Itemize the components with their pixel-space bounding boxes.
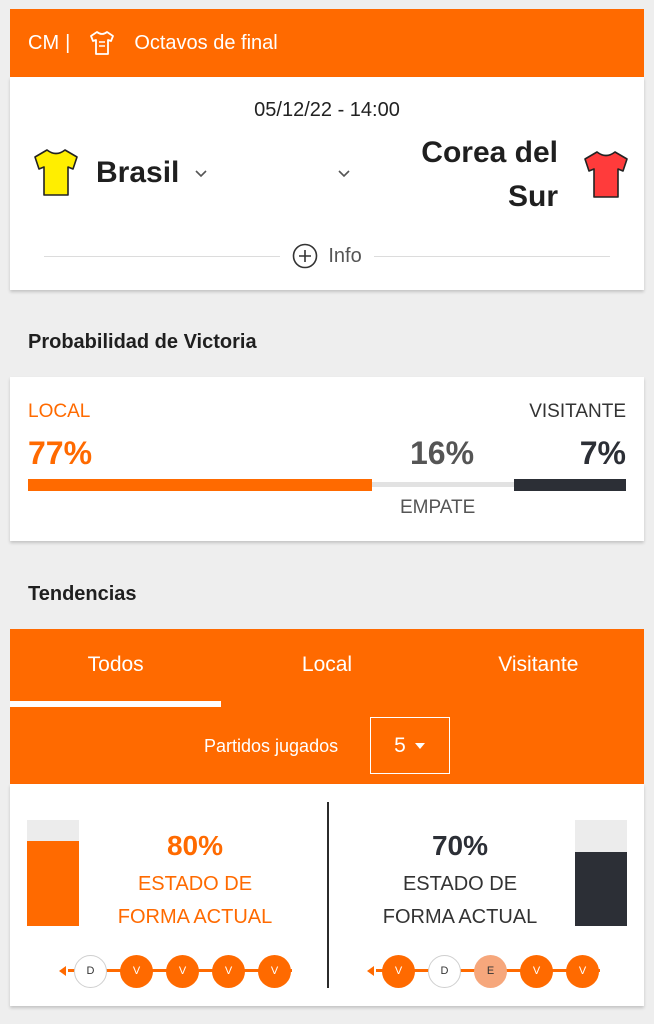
home-team[interactable]: Brasil xyxy=(32,147,179,199)
trends-title: Tendencias xyxy=(28,583,137,605)
home-chevron-down-icon[interactable] xyxy=(194,169,208,179)
header-separator: | xyxy=(65,31,71,54)
form-divider xyxy=(327,802,329,988)
home-result-chip: D xyxy=(74,954,107,988)
home-jersey-icon xyxy=(34,149,78,196)
info-label: Info xyxy=(328,244,362,267)
matches-played-value: 5 xyxy=(394,733,406,757)
away-result-chip: V xyxy=(566,954,599,988)
shirt-icon xyxy=(90,31,115,55)
away-recent-results: VDEVV xyxy=(364,954,612,988)
away-form-bar-fill xyxy=(575,851,627,926)
away-result-chip: D xyxy=(428,954,461,988)
plus-circle-icon xyxy=(293,243,318,269)
away-team-name: Corea del Sur xyxy=(421,136,558,213)
home-team-name: Brasil xyxy=(96,156,180,189)
competition-header: CM | Octavos de final xyxy=(10,9,644,77)
tab-visitante[interactable]: Visitante xyxy=(433,629,644,707)
away-form-percentage: 70% xyxy=(431,830,489,861)
home-form-label-line2: FORMA ACTUAL xyxy=(117,906,273,928)
home-recent-results: DVVVV xyxy=(56,954,304,988)
home-form-bar xyxy=(27,820,79,926)
matches-played-bar: Partidos jugados 5 xyxy=(10,707,644,784)
form-card: 80% ESTADO DE FORMA ACTUAL DVVVV 70% EST… xyxy=(10,784,644,1006)
home-result-chip: V xyxy=(166,954,199,988)
away-form-bar xyxy=(575,820,627,926)
tab-todos[interactable]: Todos xyxy=(10,629,222,707)
away-form-label: ESTADO DE FORMA ACTUAL xyxy=(360,868,560,934)
local-probability-bar xyxy=(28,479,372,491)
home-form-bar-fill xyxy=(27,841,79,926)
info-row: Info xyxy=(44,241,611,271)
draw-probability-bar xyxy=(372,482,514,487)
info-divider-left xyxy=(44,255,281,257)
match-card: 05/12/22 - 14:00 Brasil Corea del Sur In… xyxy=(10,77,644,290)
home-result-chip: V xyxy=(258,954,291,988)
visitor-percentage: 7% xyxy=(579,435,626,471)
trends-tabs: Todos Local Visitante xyxy=(10,629,644,707)
away-form-label-line2: FORMA ACTUAL xyxy=(382,906,538,928)
visitor-probability-bar xyxy=(514,479,626,491)
away-chevron-down-icon[interactable] xyxy=(337,169,351,179)
arrow-left-icon xyxy=(367,966,374,976)
probability-card: LOCAL VISITANTE 77% 16% 7% EMPATE xyxy=(10,377,644,541)
info-divider-right xyxy=(373,255,611,257)
probability-title: Probabilidad de Victoria xyxy=(28,331,257,353)
matches-played-select[interactable]: 5 xyxy=(370,717,450,774)
stage-label: Octavos de final xyxy=(134,31,278,54)
home-form-percentage: 80% xyxy=(166,830,224,861)
matches-played-label: Partidos jugados xyxy=(204,736,339,756)
arrow-left-icon xyxy=(59,966,66,976)
home-form-label: ESTADO DE FORMA ACTUAL xyxy=(95,868,295,934)
home-result-chip: V xyxy=(212,954,245,988)
draw-percentage: 16% xyxy=(410,435,475,471)
info-button[interactable]: Info xyxy=(280,243,373,269)
competition-code: CM xyxy=(28,31,60,54)
away-form-label-line1: ESTADO DE xyxy=(402,873,518,895)
match-datetime: 05/12/22 - 14:00 xyxy=(254,99,400,121)
away-result-chip: V xyxy=(382,954,415,988)
home-result-chip: V xyxy=(120,954,153,988)
local-label: LOCAL xyxy=(28,401,91,422)
away-team[interactable]: Corea del Sur xyxy=(408,131,630,219)
local-percentage: 77% xyxy=(28,435,93,471)
tab-local[interactable]: Local xyxy=(221,629,432,707)
away-result-chip: E xyxy=(474,954,507,988)
visitor-label: VISITANTE xyxy=(529,401,626,422)
home-form-label-line1: ESTADO DE xyxy=(137,873,253,895)
caret-down-icon xyxy=(414,742,425,749)
away-jersey-icon xyxy=(584,151,628,198)
away-result-chip: V xyxy=(520,954,553,988)
draw-label: EMPATE xyxy=(400,497,476,518)
